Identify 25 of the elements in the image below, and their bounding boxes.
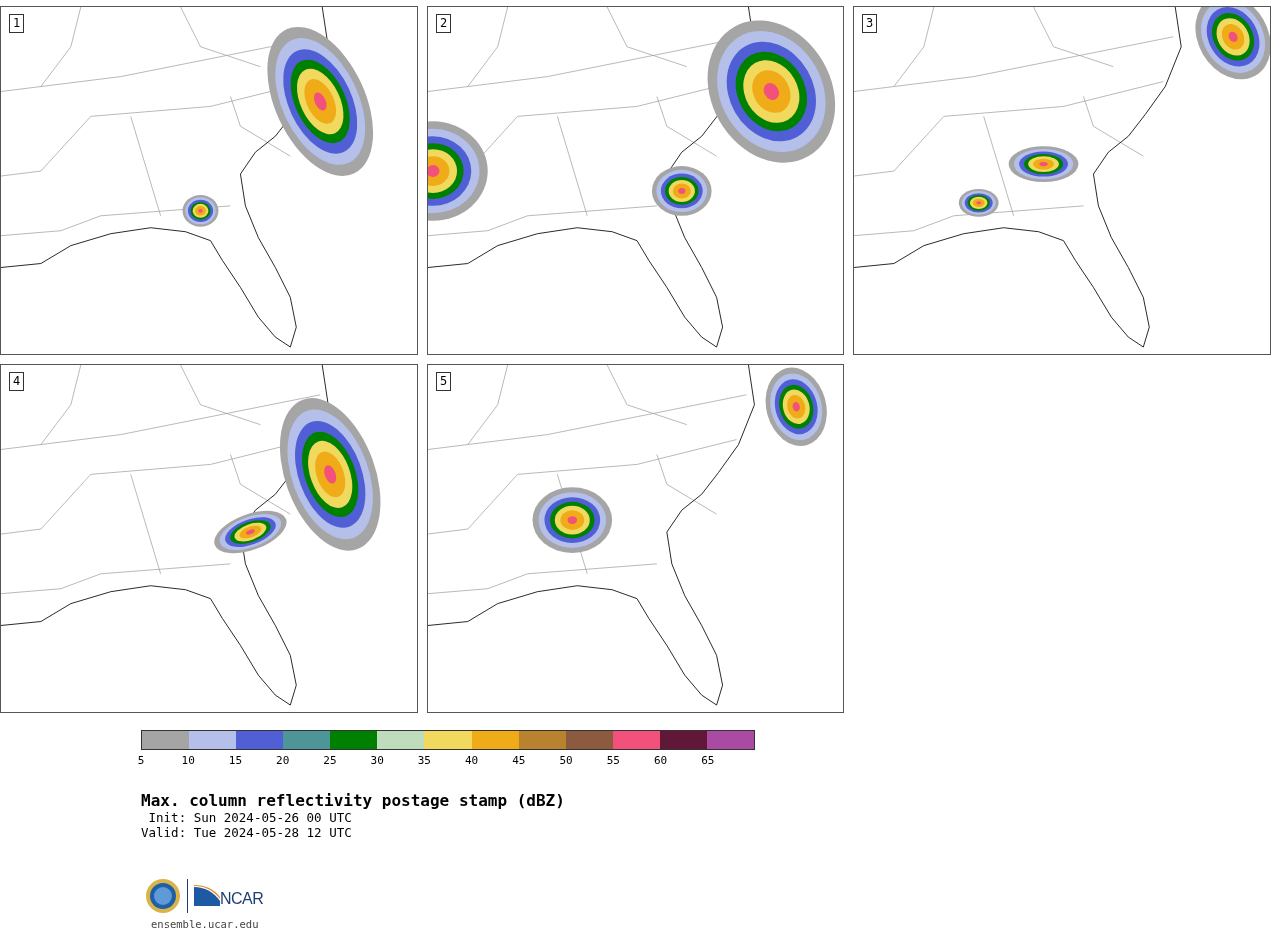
tick-label: 50 (559, 755, 573, 767)
tick-label: 65 (701, 755, 715, 767)
init-time: Init: Sun 2024-05-26 00 UTC (147, 810, 353, 825)
seal-logo-icon (145, 878, 181, 914)
panel-number: 1 (9, 14, 25, 33)
tick-label: 45 (512, 755, 526, 767)
tick-label: 25 (323, 755, 337, 767)
tick-label: 15 (228, 755, 243, 767)
tick-label: 55 (606, 755, 620, 767)
panel-number: 4 (9, 372, 25, 391)
valid-time: Valid: Tue 2024-05-28 12 UTC (141, 825, 353, 840)
panel-number: 5 (436, 372, 452, 391)
tick-label: 30 (370, 755, 384, 767)
panel-number: 3 (862, 14, 878, 33)
chart-title: Max. column reflectivity postage stamp (dBZ) (141, 792, 566, 810)
tick-label: 40 (465, 755, 479, 767)
tick-label: 60 (653, 755, 668, 767)
tick-label: 10 (181, 755, 195, 767)
panel-number: 2 (436, 14, 452, 33)
swoosh-icon (194, 885, 220, 907)
website-link[interactable]: ensemble.ucar.edu (151, 918, 275, 930)
ncar-logo: NCAR (194, 885, 264, 907)
tick-label: 35 (417, 755, 431, 767)
tick-label: 5 (137, 755, 145, 767)
tick-label: 20 (276, 755, 290, 767)
